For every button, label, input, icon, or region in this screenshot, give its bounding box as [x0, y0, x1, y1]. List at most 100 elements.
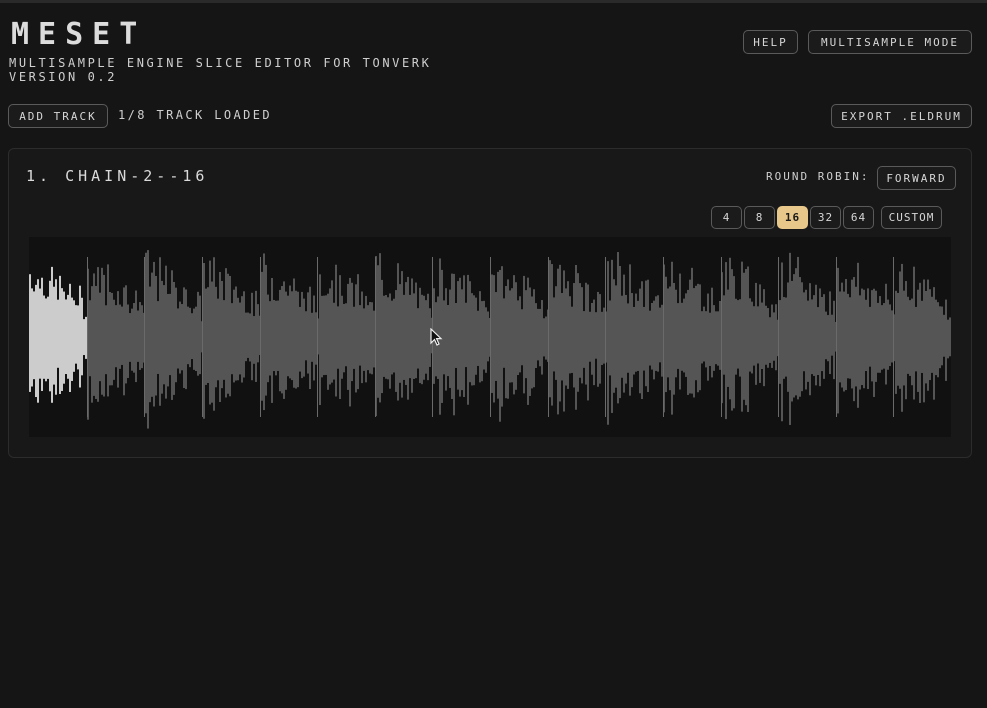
waveform-column [569, 296, 571, 374]
waveform-column [843, 291, 845, 392]
waveform-column [863, 289, 865, 389]
waveform-column [587, 284, 589, 401]
waveform-column [315, 312, 317, 365]
round-robin-select[interactable]: FORWARD [877, 166, 956, 190]
waveform-column [209, 260, 211, 405]
slice-count-64-button[interactable]: 64 [843, 206, 874, 229]
waveform-column [603, 307, 605, 364]
waveform-column [737, 300, 739, 369]
waveform-column [111, 292, 113, 386]
waveform-column [157, 301, 159, 374]
waveform-column [131, 308, 133, 371]
waveform-column [217, 298, 219, 381]
waveform-column [783, 297, 785, 379]
waveform-column [799, 277, 801, 397]
waveform-column [501, 266, 503, 407]
waveform-column [917, 289, 919, 392]
waveform-column [267, 294, 269, 383]
waveform-column [901, 263, 903, 412]
waveform-column [565, 288, 567, 386]
waveform-column [627, 303, 629, 373]
waveform-column [149, 286, 151, 403]
waveform-column [589, 311, 591, 362]
waveform-column [291, 291, 293, 381]
waveform-column [463, 275, 465, 398]
waveform-column [943, 314, 945, 357]
waveform-column [73, 300, 75, 372]
waveform-column [413, 293, 415, 379]
waveform-column [299, 306, 301, 372]
waveform-column [403, 294, 405, 380]
waveform-column [749, 298, 751, 372]
waveform-column [455, 303, 457, 368]
waveform-display[interactable] [29, 237, 951, 437]
waveform-column [469, 281, 471, 383]
waveform-column [125, 285, 127, 384]
waveform-column [115, 305, 117, 368]
waveform-column [265, 264, 267, 396]
waveform-column [933, 287, 935, 400]
waveform-column [517, 300, 519, 376]
waveform-column [923, 279, 925, 403]
waveform-column [861, 288, 863, 386]
waveform-column [213, 257, 215, 411]
add-track-button[interactable]: ADD TRACK [8, 104, 108, 128]
waveform-column [537, 308, 539, 361]
slice-count-8-button[interactable]: 8 [744, 206, 775, 229]
waveform-column [471, 293, 473, 386]
slice-count-16-button[interactable]: 16 [777, 206, 808, 229]
waveform-column [763, 289, 765, 387]
waveform-column [527, 277, 529, 405]
custom-slices-button[interactable]: CUSTOM [881, 206, 942, 229]
help-button[interactable]: HELP [743, 30, 798, 54]
waveform-column [635, 293, 637, 372]
waveform-column [747, 266, 749, 413]
multisample-mode-button[interactable]: MULTISAMPLE MODE [808, 30, 972, 54]
waveform-column [409, 294, 411, 379]
waveform-column [353, 306, 355, 369]
waveform-column [829, 291, 831, 374]
waveform-column [701, 311, 703, 364]
waveform-column [579, 283, 581, 378]
waveform-column [377, 265, 379, 398]
waveform-column [753, 306, 755, 366]
waveform-column [941, 306, 943, 366]
waveform-column [391, 300, 393, 375]
waveform-column [195, 306, 197, 372]
waveform-column [865, 299, 867, 372]
waveform-column [819, 288, 821, 387]
waveform-column [147, 250, 149, 429]
export-button[interactable]: EXPORT .ELDRUM [831, 104, 972, 128]
waveform-column [47, 296, 49, 379]
waveform-column [915, 306, 917, 372]
waveform-column [535, 303, 537, 369]
waveform-column [457, 281, 459, 390]
waveform-column [151, 272, 153, 397]
waveform-column [563, 270, 565, 412]
waveform-column [327, 293, 329, 390]
waveform-column [757, 306, 759, 364]
waveform-column [281, 286, 283, 394]
waveform-column [919, 282, 921, 403]
waveform-column [859, 295, 861, 390]
slice-count-4-button[interactable]: 4 [711, 206, 742, 229]
waveform-column [383, 295, 385, 377]
waveform-column [693, 288, 695, 398]
waveform-column [697, 283, 699, 393]
waveform-column [867, 288, 869, 390]
waveform-column [445, 288, 447, 391]
subtitle-line: MULTISAMPLE ENGINE SLICE EDITOR FOR TONV… [9, 56, 432, 70]
waveform-column [719, 300, 721, 370]
track-status: 1/8 TRACK LOADED [118, 108, 272, 122]
waveform-column [649, 310, 651, 366]
slice-count-32-button[interactable]: 32 [810, 206, 841, 229]
waveform-column [169, 293, 171, 376]
waveform-column [837, 267, 839, 414]
waveform-column [787, 282, 789, 392]
waveform-column [415, 282, 417, 379]
waveform-column [65, 299, 67, 375]
waveform-column [207, 287, 209, 383]
waveform-column [945, 299, 947, 381]
waveform-column [557, 268, 559, 415]
waveform-column [707, 293, 709, 381]
